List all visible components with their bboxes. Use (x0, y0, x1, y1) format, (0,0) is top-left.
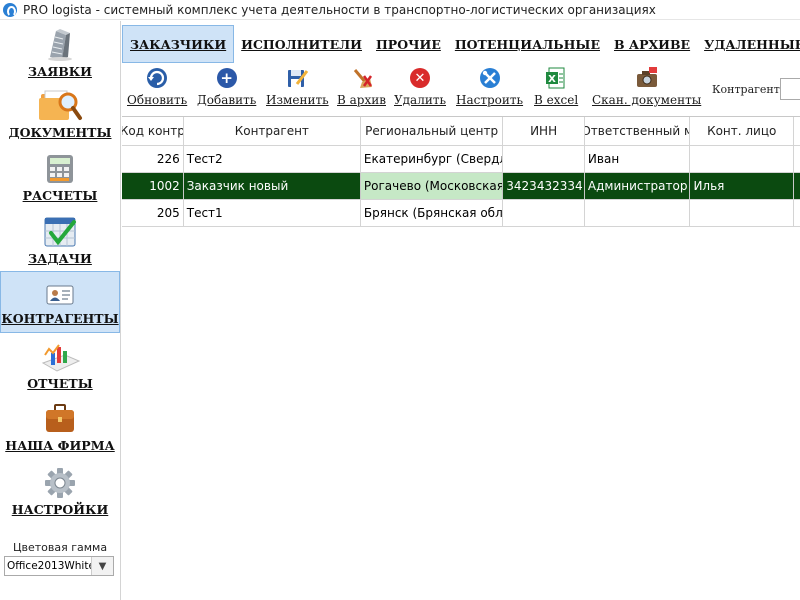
sidebar-item-label: НАША ФИРМА (5, 438, 115, 453)
configure-button[interactable]: Настроить (456, 66, 523, 107)
cell-inn[interactable]: 3423432334 (503, 173, 585, 199)
sidebar-item-our-company[interactable]: НАША ФИРМА (0, 401, 120, 459)
briefcase-icon (42, 401, 78, 437)
chevron-down-icon[interactable]: ▼ (91, 557, 113, 575)
sidebar-item-tasks[interactable]: ЗАДАЧИ (0, 214, 120, 272)
settings-tools-icon (478, 66, 502, 90)
cell-code[interactable]: 1002 (122, 173, 184, 199)
column-header-contact[interactable]: Конт. лицо (690, 117, 794, 145)
cell-contact[interactable] (690, 146, 794, 172)
sidebar-item-reports[interactable]: ОТЧЕТЫ (0, 339, 120, 397)
cell-code[interactable]: 226 (122, 146, 184, 172)
sidebar-item-counterparties[interactable]: КОНТРАГЕНТЫ (0, 271, 120, 333)
column-header-extra (794, 117, 800, 145)
cell-extra (794, 200, 800, 226)
cell-regional-center[interactable]: Рогачево (Московская (360, 173, 504, 199)
add-icon: + (215, 66, 239, 90)
contact-card-icon (42, 280, 78, 310)
table-row[interactable]: 205 Тест1 Брянск (Брянская обла (122, 200, 800, 227)
tab-deleted[interactable]: УДАЛЕННЫЕ (697, 25, 800, 63)
refresh-button[interactable]: Обновить (127, 66, 187, 107)
refresh-icon (145, 66, 169, 90)
counterparty-filter-input[interactable] (780, 78, 800, 100)
sidebar-item-label: РАСЧЕТЫ (22, 188, 98, 203)
column-header-counterparty[interactable]: Контрагент (184, 117, 361, 145)
sidebar-item-label: НАСТРОЙКИ (11, 502, 109, 517)
archive-button[interactable]: В архив (337, 66, 386, 107)
cell-contact[interactable]: Илья (690, 173, 794, 199)
column-header-manager[interactable]: Ответственный м (585, 117, 691, 145)
scan-documents-button[interactable]: Скан. документы (592, 66, 701, 107)
cell-manager[interactable]: Администратор (585, 173, 691, 199)
calendar-check-icon (42, 214, 78, 250)
gear-icon (42, 465, 78, 501)
tab-customers[interactable]: ЗАКАЗЧИКИ (122, 25, 235, 63)
cell-counterparty[interactable]: Тест2 (184, 146, 361, 172)
cell-regional-center[interactable]: Екатеринбург (Свердло (361, 146, 504, 172)
column-header-regional-center[interactable]: Региональный центр (361, 117, 504, 145)
sidebar: ЗАЯВКИ ДОКУМЕНТЫ РАСЧЕТЫ ЗАДАЧИ КОНТРАГЕ… (0, 21, 121, 600)
title-bar: PRO logista - системный комплекс учета д… (0, 0, 800, 20)
toolbar: Обновить + Добавить Изменить В архив ✕ У… (122, 66, 800, 112)
window-title: PRO logista - системный комплекс учета д… (23, 2, 656, 17)
counterparty-filter-label: Контрагент (712, 83, 780, 96)
sidebar-item-requests[interactable]: ЗАЯВКИ (0, 27, 120, 85)
calculator-icon (42, 151, 78, 187)
cell-extra (794, 146, 800, 172)
building-icon (42, 27, 78, 63)
sidebar-item-documents[interactable]: ДОКУМЕНТЫ (0, 88, 120, 146)
add-button[interactable]: + Добавить (197, 66, 256, 107)
sidebar-item-label: ЗАЯВКИ (28, 64, 92, 79)
tab-archived[interactable]: В АРХИВЕ (607, 25, 697, 63)
cell-extra (794, 173, 800, 199)
edit-icon (285, 66, 309, 90)
sidebar-item-label: ЗАДАЧИ (28, 251, 92, 266)
sidebar-item-calculations[interactable]: РАСЧЕТЫ (0, 151, 120, 209)
color-scheme-label: Цветовая гамма (12, 541, 108, 554)
category-tabs: ЗАКАЗЧИКИ ИСПОЛНИТЕЛИ ПРОЧИЕ ПОТЕНЦИАЛЬН… (122, 24, 800, 64)
delete-button[interactable]: ✕ Удалить (394, 66, 446, 107)
table-row[interactable]: 226 Тест2 Екатеринбург (Свердло Иван (122, 146, 800, 173)
cell-regional-center[interactable]: Брянск (Брянская обла (361, 200, 504, 226)
sidebar-item-label: ДОКУМЕНТЫ (8, 125, 112, 140)
cell-code[interactable]: 205 (122, 200, 184, 226)
camera-icon (635, 66, 659, 90)
tab-potential[interactable]: ПОТЕНЦИАЛЬНЫЕ (448, 25, 607, 63)
column-header-inn[interactable]: ИНН (503, 117, 585, 145)
color-scheme-select[interactable]: Office2013White ▼ (4, 556, 114, 576)
cell-inn[interactable] (503, 146, 585, 172)
tab-contractors[interactable]: ИСПОЛНИТЕЛИ (234, 25, 369, 63)
tab-other[interactable]: ПРОЧИЕ (369, 25, 448, 63)
sidebar-item-label: ОТЧЕТЫ (27, 376, 93, 391)
cell-counterparty[interactable]: Заказчик новый (184, 173, 361, 199)
excel-icon: X (544, 66, 568, 90)
delete-icon: ✕ (408, 66, 432, 90)
cell-contact[interactable] (690, 200, 794, 226)
cell-counterparty[interactable]: Тест1 (184, 200, 361, 226)
reports-chart-icon (37, 339, 83, 375)
export-excel-button[interactable]: X В excel (534, 66, 578, 107)
svg-text:X: X (548, 74, 556, 85)
table-row-selected[interactable]: 1002 Заказчик новый Рогачево (Московская… (122, 173, 800, 200)
archive-icon (350, 66, 374, 90)
documents-search-icon (37, 88, 83, 124)
sidebar-item-label: КОНТРАГЕНТЫ (1, 311, 119, 326)
cell-manager[interactable]: Иван (585, 146, 691, 172)
table-header: Код контр Контрагент Региональный центр … (122, 117, 800, 146)
color-scheme-value: Office2013White (7, 560, 91, 572)
sidebar-item-settings[interactable]: НАСТРОЙКИ (0, 465, 120, 523)
edit-button[interactable]: Изменить (266, 66, 329, 107)
column-header-code[interactable]: Код контр (122, 117, 184, 145)
cell-inn[interactable] (503, 200, 585, 226)
app-logo-icon (3, 2, 17, 17)
counterparties-table: Код контр Контрагент Региональный центр … (122, 116, 800, 227)
cell-manager[interactable] (585, 200, 691, 226)
